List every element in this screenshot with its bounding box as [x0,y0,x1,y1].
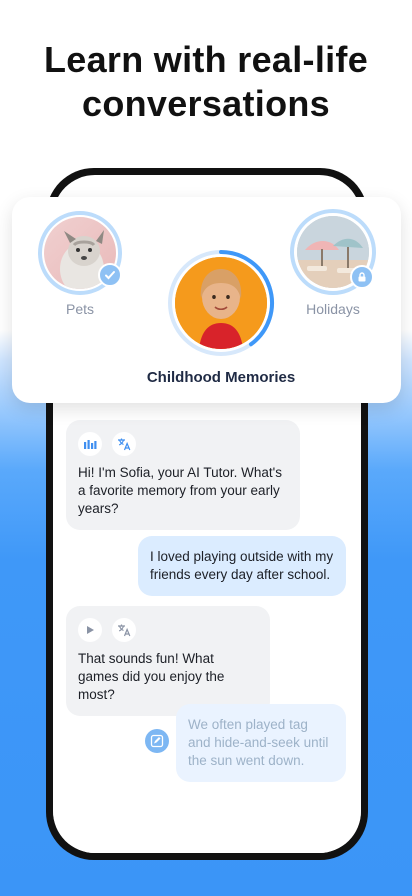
lock-icon [350,265,374,289]
user-message-1-text: I loved playing outside with my friends … [150,549,334,582]
correction-icon[interactable] [145,729,169,753]
ai-message-2-text: That sounds fun! What games did you enjo… [78,651,225,702]
headline-line-1: Learn with real-life [43,39,369,80]
topic-holidays-ring [290,209,376,295]
topic-childhood-memories-label: Childhood Memories [146,369,296,386]
topic-holidays[interactable]: Holidays [290,209,376,317]
topic-pets-ring [38,211,122,295]
audio-bars-icon[interactable] [78,432,102,456]
user-message-2: We often played tag and hide-and-seek un… [176,704,346,782]
translate-icon[interactable] [112,618,136,642]
headline-line-2: conversations [82,83,330,124]
user-message-1: I loved playing outside with my friends … [138,536,346,596]
topic-childhood-memories[interactable]: Childhood Memories [130,249,312,386]
headline: Learn with real-life conversations [0,38,412,126]
topic-pets[interactable]: Pets [38,211,122,317]
ai-message-1-text: Hi! I'm Sofia, your AI Tutor. What's a f… [78,465,282,516]
ai-message-1: Hi! I'm Sofia, your AI Tutor. What's a f… [66,420,300,530]
topic-holidays-label: Holidays [306,301,360,317]
topic-pets-label: Pets [65,301,94,317]
user-message-2-text: We often played tag and hide-and-seek un… [188,717,329,768]
translate-icon[interactable] [112,432,136,456]
ai-message-2: That sounds fun! What games did you enjo… [66,606,270,716]
girl-photo [175,257,267,349]
check-icon [98,263,122,287]
topic-selector-card: Pets Childhood Memories Holidays [12,197,401,403]
topic-progress-ring [167,249,275,357]
play-icon[interactable] [78,618,102,642]
